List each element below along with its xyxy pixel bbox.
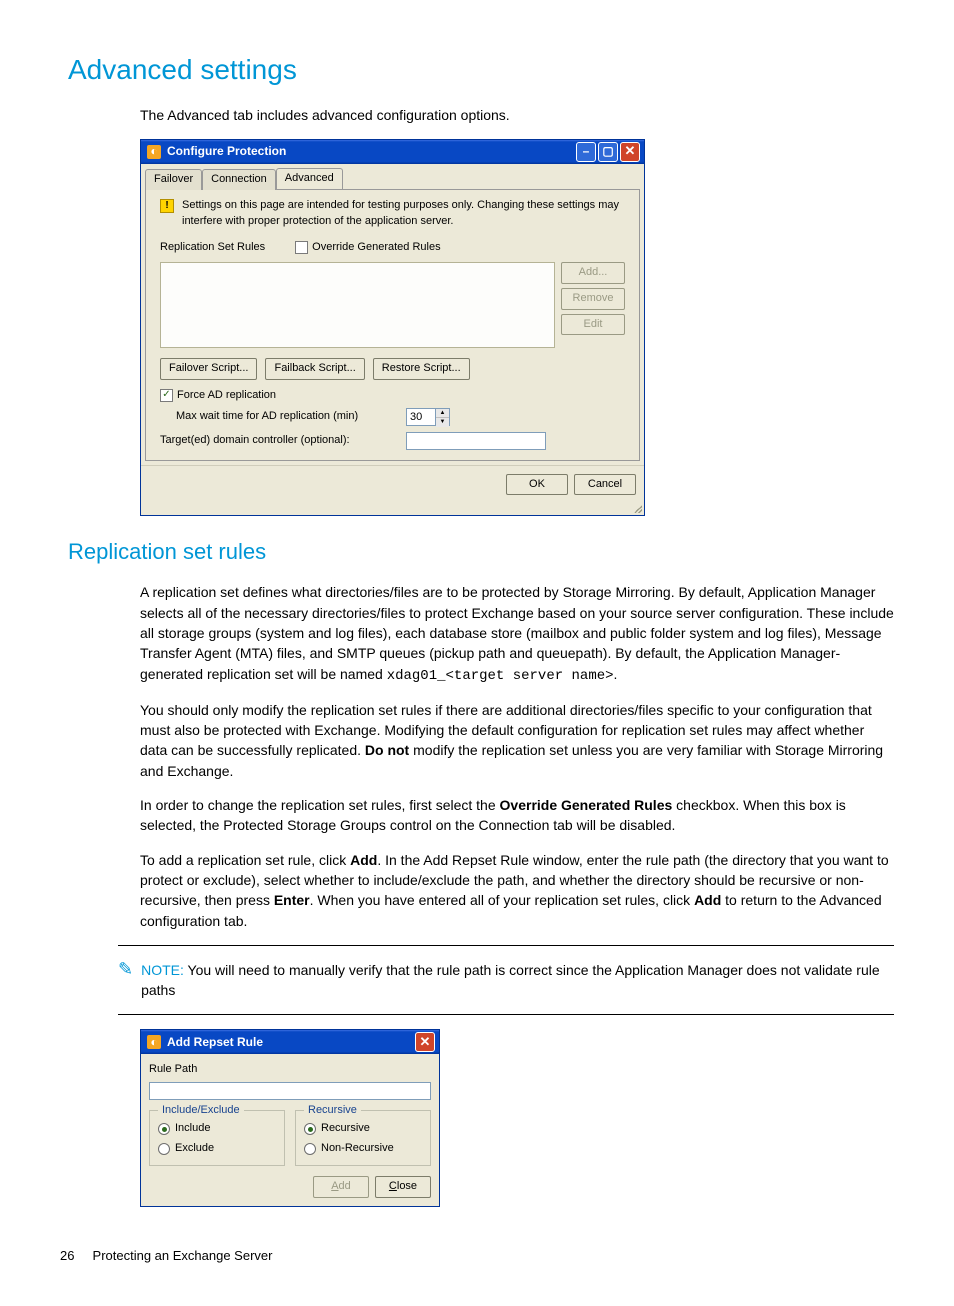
recursive-radio[interactable] [304,1123,316,1135]
non-recursive-label: Non-Recursive [321,1141,394,1157]
tab-panel: ! Settings on this page are intended for… [145,189,640,461]
add-button[interactable]: Add... [561,262,625,284]
note-label: NOTE: [141,962,184,978]
non-recursive-radio[interactable] [304,1143,316,1155]
rules-label: Replication Set Rules [160,240,265,256]
page-footer: 26 Protecting an Exchange Server [60,1247,894,1266]
exclude-radio[interactable] [158,1143,170,1155]
note-icon: ✎ [118,960,133,978]
targeted-dc-label: Target(ed) domain controller (optional): [160,433,396,449]
failover-script-button[interactable]: Failover Script... [160,358,257,380]
override-checkbox[interactable] [295,241,308,254]
maximize-button[interactable]: ▢ [598,142,618,162]
chapter-title: Protecting an Exchange Server [93,1248,273,1263]
repset-close-button[interactable]: ✕ [415,1032,435,1052]
spinner-down-icon[interactable]: ▼ [436,418,449,427]
warning-text: Settings on this page are intended for t… [182,198,625,230]
exclude-label: Exclude [175,1141,214,1157]
spinner-up-icon[interactable]: ▲ [436,409,449,419]
rule-path-input[interactable] [149,1082,431,1100]
cancel-button[interactable]: Cancel [574,474,636,496]
repset-title: Add Repset Rule [167,1034,263,1051]
repset-close-button2[interactable]: Close [375,1176,431,1198]
tab-connection[interactable]: Connection [202,169,276,190]
max-wait-input[interactable] [407,409,435,425]
force-ad-label: Force AD replication [177,388,276,404]
rule-path-label: Rule Path [149,1062,431,1078]
app-icon: ◐ [147,1035,161,1049]
include-label: Include [175,1121,210,1137]
ok-button[interactable]: OK [506,474,568,496]
heading-advanced-settings: Advanced settings [68,50,894,91]
repset-titlebar: ◐ Add Repset Rule ✕ [141,1030,439,1054]
window-title: Configure Protection [167,143,286,160]
warning-icon: ! [160,199,174,213]
add-repset-rule-window: ◐ Add Repset Rule ✕ Rule Path Include/Ex… [140,1029,440,1207]
body-p2: You should only modify the replication s… [140,700,894,781]
restore-script-button[interactable]: Restore Script... [373,358,470,380]
resize-grip-icon[interactable] [141,503,644,515]
recursive-label: Recursive [321,1121,370,1137]
rules-listbox[interactable] [160,262,555,348]
minimize-button[interactable]: – [576,142,596,162]
targeted-dc-input[interactable] [406,432,546,450]
force-ad-checkbox[interactable]: ✓ [160,389,173,402]
tab-strip: Failover Connection Advanced [141,164,644,189]
close-button[interactable]: ✕ [620,142,640,162]
failback-script-button[interactable]: Failback Script... [265,358,364,380]
recursive-group: Recursive Recursive Non-Recursive [295,1110,431,1166]
override-label: Override Generated Rules [312,240,440,256]
heading-replication-rules: Replication set rules [68,536,894,568]
tab-advanced[interactable]: Advanced [276,168,343,189]
edit-button[interactable]: Edit [561,314,625,336]
include-radio[interactable] [158,1123,170,1135]
max-wait-label: Max wait time for AD replication (min) [176,409,396,425]
body-p3: In order to change the replication set r… [140,795,894,836]
app-icon: ◐ [147,145,161,159]
note-block: ✎ NOTE: You will need to manually verify… [118,945,894,1016]
intro-text: The Advanced tab includes advanced confi… [140,105,894,125]
body-p4: To add a replication set rule, click Add… [140,850,894,931]
note-text: You will need to manually verify that th… [141,962,880,998]
body-p1: A replication set defines what directori… [140,582,894,685]
max-wait-spinner[interactable]: ▲▼ [406,408,450,426]
titlebar: ◐ Configure Protection – ▢ ✕ [141,140,644,164]
remove-button[interactable]: Remove [561,288,625,310]
include-exclude-group: Include/Exclude Include Exclude [149,1110,285,1166]
recursive-legend: Recursive [304,1103,361,1119]
repset-add-button[interactable]: Add [313,1176,369,1198]
page-number: 26 [60,1248,74,1263]
configure-protection-window: ◐ Configure Protection – ▢ ✕ Failover Co… [140,139,645,517]
tab-failover[interactable]: Failover [145,169,202,190]
include-exclude-legend: Include/Exclude [158,1103,244,1119]
